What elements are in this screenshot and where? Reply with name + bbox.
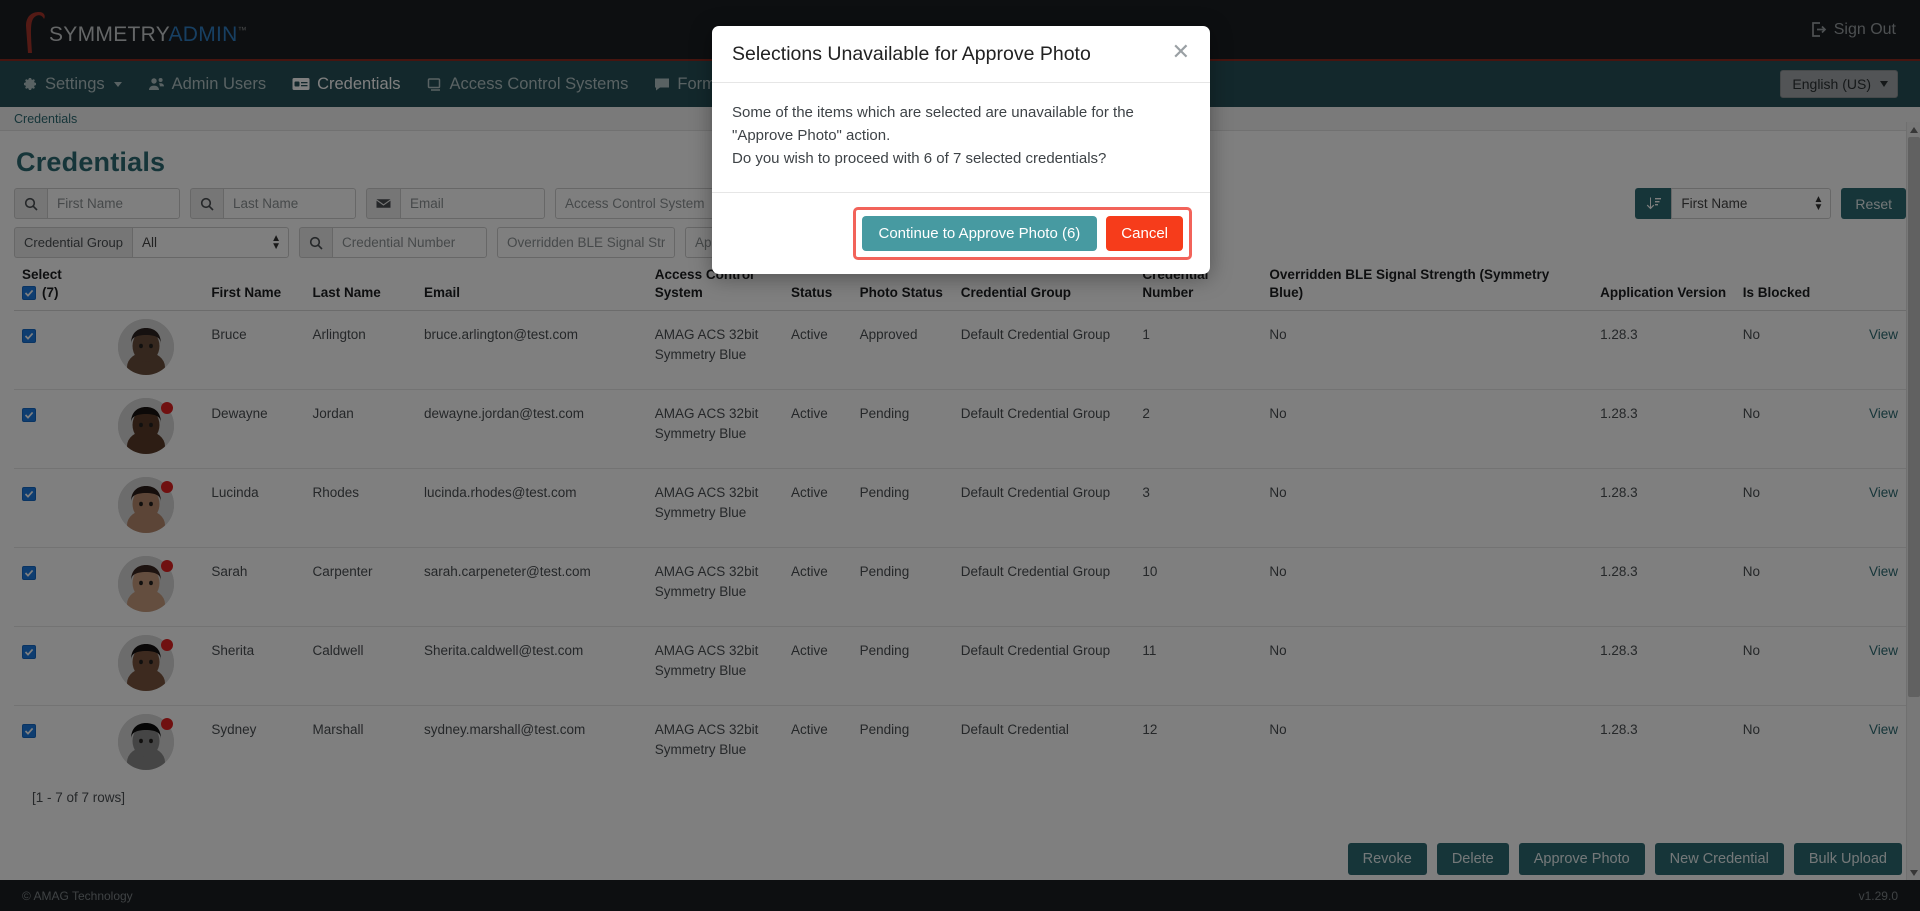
- selections-unavailable-modal: Selections Unavailable for Approve Photo…: [712, 26, 1210, 275]
- modal-footer: Continue to Approve Photo (6) Cancel: [712, 193, 1210, 274]
- modal-body: Some of the items which are selected are…: [712, 83, 1210, 194]
- modal-title: Selections Unavailable for Approve Photo: [732, 43, 1091, 65]
- continue-to-approve-photo-button[interactable]: Continue to Approve Photo (6): [861, 216, 1098, 252]
- highlighted-action-group: Continue to Approve Photo (6) Cancel: [852, 207, 1192, 261]
- modal-header: Selections Unavailable for Approve Photo…: [712, 26, 1210, 83]
- modal-body-line-1: Some of the items which are selected are…: [732, 104, 1134, 144]
- close-icon[interactable]: ✕: [1172, 41, 1190, 63]
- modal-body-line-2: Do you wish to proceed with 6 of 7 selec…: [732, 149, 1107, 167]
- cancel-button[interactable]: Cancel: [1106, 216, 1183, 252]
